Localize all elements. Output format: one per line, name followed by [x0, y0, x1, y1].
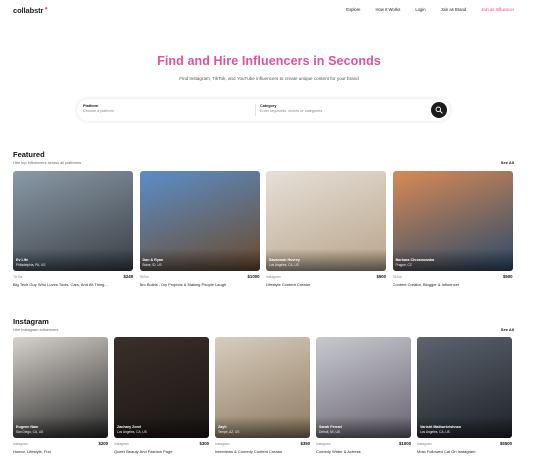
influencer-description: Bro Builds - Diy Projects & Making Peopl… [139, 282, 227, 287]
nav-explore-link[interactable]: Explore [346, 7, 360, 12]
influencer-platform: TikTok [139, 275, 149, 279]
featured-subtitle: Hire top influencers across all platform… [13, 160, 82, 165]
influencer-photo[interactable]: Eugene Nam San Diego, CA, US [13, 337, 108, 438]
influencer-photo[interactable]: Ev Life Philadelphia, PA, US [13, 171, 133, 271]
platform-label: Platform [83, 104, 99, 108]
influencer-price: $249 [123, 274, 133, 279]
hero-subtitle: Find Instagram, TikTok, and YouTube infl… [179, 76, 359, 81]
influencer-location: Prague, CZ [395, 263, 412, 267]
influencer-description: Big Tech Guy Who Loves Tools, Cars, And … [13, 282, 108, 287]
influencer-card[interactable]: Barbara Chrzanowska Prague, CZ TikTok $500 C… [392, 171, 513, 293]
influencer-card[interactable]: Dan & Ryan Boise, ID, US TikTok $1000 Bro Bu… [139, 171, 260, 293]
category-placeholder: Enter keywords, niches or categories [260, 109, 323, 113]
influencer-name: Zachary Zorel [117, 425, 142, 429]
nav-login-link[interactable]: Login [415, 7, 425, 12]
influencer-photo[interactable]: Varisht Mathurkrishnan Los Angeles, CA, U… [417, 337, 512, 438]
influencer-platform: TikTok [13, 275, 23, 279]
influencer-photo[interactable]: Savannah Hovrey Los Angeles, CA, US [266, 171, 386, 271]
nav-join-brand-link[interactable]: Join as Brand [441, 7, 467, 12]
influencer-platform: Instagram [114, 442, 129, 446]
nav-links: Explore How It Works Login Join as Brand… [331, 7, 514, 12]
influencer-location: Los Angeles, CA, US [420, 430, 450, 434]
influencer-location: Philadelphia, PA, US [16, 263, 46, 267]
logo-mark-icon: ● [44, 6, 48, 12]
influencer-card[interactable]: Ev Life Philadelphia, PA, US TikTok $249 Big… [13, 171, 133, 293]
influencer-photo[interactable]: Dan & Ryan Boise, ID, US [139, 171, 260, 271]
influencer-platform: Instagram [215, 442, 230, 446]
influencer-name: Savannah Hovrey [269, 258, 300, 262]
influencer-price: $1000 [399, 441, 411, 446]
search-icon [435, 106, 443, 114]
influencer-card[interactable]: Zayh Tempe, AZ, US Instagram $350 Interviews… [215, 337, 310, 460]
category-field[interactable]: Category Enter keywords, niches or categ… [260, 104, 322, 113]
influencer-description: Content Creator, Blogger & Influencer [392, 282, 460, 287]
influencer-platform: TikTok [392, 275, 402, 279]
photo-shade [13, 249, 133, 271]
influencer-name: Sarah Ferrari [319, 425, 342, 429]
top-nav: collabstr● Explore How It Works Login Jo… [0, 0, 538, 22]
influencer-name: Eugene Nam [16, 425, 39, 429]
photo-shade [215, 416, 310, 438]
influencer-description: Lifestyle Content Creator [266, 282, 311, 287]
instagram-subtitle: Hire Instagram influencers [13, 327, 59, 332]
search-divider [255, 104, 256, 116]
influencer-price: $350 [300, 441, 310, 446]
influencer-photo[interactable]: Barbara Chrzanowska Prague, CZ [392, 171, 513, 271]
influencer-platform: Instagram [417, 442, 432, 446]
influencer-name: Varisht Mathurkrishnan [420, 425, 461, 429]
category-label: Category [260, 104, 277, 108]
influencer-price: $1000 [247, 274, 260, 279]
influencer-location: San Diego, CA, US [16, 430, 44, 434]
influencer-card[interactable]: Zachary Zorel Los Angeles, CA, US Instagra… [114, 337, 209, 460]
influencer-name: Ev Life [16, 258, 29, 262]
influencer-price: $5500 [500, 441, 512, 446]
influencer-card[interactable]: Eugene Nam San Diego, CA, US Instagram $200… [13, 337, 108, 460]
influencer-photo[interactable]: Zayh Tempe, AZ, US [215, 337, 310, 438]
influencer-price: $500 [376, 274, 386, 279]
influencer-platform: Instagram [266, 275, 281, 279]
search-bar: Platform Choose a platform Category Ente… [77, 99, 450, 121]
featured-see-all-link[interactable]: See All [501, 160, 514, 165]
influencer-card[interactable]: Varisht Mathurkrishnan Los Angeles, CA, U… [417, 337, 512, 460]
influencer-platform: Instagram [13, 442, 28, 446]
influencer-location: Tempe, AZ, US [218, 430, 240, 434]
influencer-photo[interactable]: Sarah Ferrari Detroit, MI, US [316, 337, 411, 438]
influencer-name: Barbara Chrzanowska [395, 258, 435, 262]
search-button[interactable] [431, 102, 447, 118]
influencer-description: Humor, Lifestyle, Fun [13, 449, 51, 454]
influencer-name: Dan & Ryan [142, 258, 164, 262]
influencer-location: Los Angeles, CA, US [117, 430, 147, 434]
influencer-description: Interviews & Comedy Content Creator [215, 449, 283, 454]
influencer-description: Comedy Writer & Actress [316, 449, 361, 454]
influencer-card[interactable]: Sarah Ferrari Detroit, MI, US Instagram $10… [316, 337, 411, 460]
influencer-price: $500 [502, 274, 513, 279]
featured-title: Featured [13, 150, 45, 159]
influencer-name: Zayh [218, 425, 227, 429]
platform-field[interactable]: Platform Choose a platform [83, 104, 114, 113]
nav-join-influencer-link[interactable]: Join as Influencer [481, 7, 514, 12]
instagram-title: Instagram [13, 317, 49, 326]
influencer-card[interactable]: Savannah Hovrey Los Angeles, CA, US Instag… [266, 171, 386, 293]
influencer-description: Most Followed Cat On Instagram [417, 449, 476, 454]
influencer-location: Los Angeles, CA, US [269, 263, 299, 267]
influencer-price: $300 [199, 441, 209, 446]
influencer-location: Boise, ID, US [142, 263, 162, 267]
logo[interactable]: collabstr● [13, 6, 48, 15]
influencer-location: Detroit, MI, US [319, 430, 340, 434]
nav-how-it-works-link[interactable]: How It Works [375, 7, 400, 12]
influencer-price: $200 [98, 441, 108, 446]
hero-title: Find and Hire Influencers in Seconds [157, 54, 381, 68]
influencer-platform: Instagram [316, 442, 331, 446]
instagram-see-all-link[interactable]: See All [501, 327, 514, 332]
platform-placeholder: Choose a platform [83, 109, 115, 113]
influencer-description: Queer Beauty And Fashion Page [114, 449, 173, 454]
influencer-photo[interactable]: Zachary Zorel Los Angeles, CA, US [114, 337, 209, 438]
